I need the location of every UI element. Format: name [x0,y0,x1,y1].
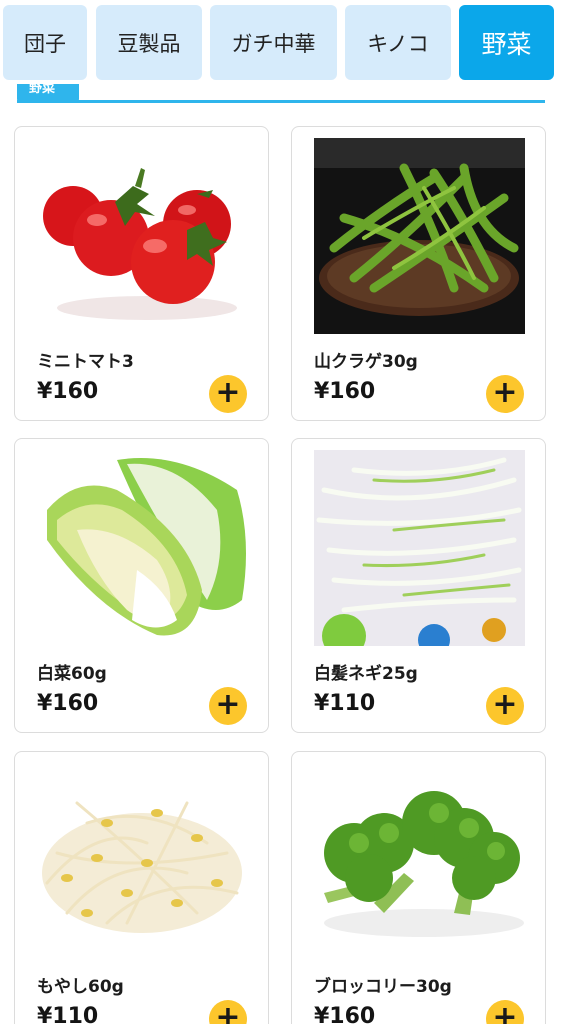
tab-label: 団子 [24,31,66,56]
tab-mushrooms[interactable]: キノコ [345,5,451,80]
plus-icon: + [492,1000,518,1024]
add-to-cart-button[interactable]: + [209,1000,247,1024]
section-divider [17,100,545,103]
product-price: ¥160 [314,379,376,404]
celtuce-strips-image [314,138,525,334]
product-name: ブロッコリー30g [314,977,452,997]
category-tab-bar: 団子 豆製品 ガチ中華 キノコ 野菜 [0,0,561,84]
tab-chinese-food[interactable]: ガチ中華 [210,5,337,80]
shredded-leek-image [314,450,525,646]
product-price: ¥110 [314,691,376,716]
tab-label: ガチ中華 [231,31,316,56]
add-to-cart-button[interactable]: + [486,687,524,725]
product-price: ¥160 [37,379,99,404]
plus-icon: + [492,375,518,410]
broccoli-image [314,763,525,959]
product-card[interactable]: 白菜60g ¥160 + [14,438,269,733]
product-list-page: 団子 豆製品 ガチ中華 キノコ 野菜 野菜 ミニトマト3 ¥160 + 山クラゲ… [0,0,561,1024]
tab-dango[interactable]: 団子 [3,5,87,80]
tab-label: キノコ [367,31,429,56]
product-card[interactable]: 白髪ネギ25g ¥110 + [291,438,546,733]
add-to-cart-button[interactable]: + [486,375,524,413]
plus-icon: + [492,687,518,722]
plus-icon: + [215,687,241,722]
product-card[interactable]: ブロッコリー30g ¥160 + [291,751,546,1024]
product-name: 白髪ネギ25g [314,664,418,684]
tab-soy-products[interactable]: 豆製品 [96,5,202,80]
product-card[interactable]: もやし60g ¥110 + [14,751,269,1024]
bean-sprouts-image [37,763,248,959]
plus-icon: + [215,1000,241,1024]
product-price: ¥160 [314,1004,376,1024]
add-to-cart-button[interactable]: + [209,687,247,725]
product-name: 白菜60g [37,664,107,684]
product-card[interactable]: 山クラゲ30g ¥160 + [291,126,546,421]
product-name: もやし60g [37,977,124,997]
cherry-tomatoes-image [37,138,248,334]
napa-cabbage-image [37,450,248,646]
product-price: ¥160 [37,691,99,716]
plus-icon: + [215,375,241,410]
tab-label: 野菜 [481,29,532,59]
add-to-cart-button[interactable]: + [486,1000,524,1024]
product-name: ミニトマト3 [37,352,134,372]
product-name: 山クラゲ30g [314,352,418,372]
add-to-cart-button[interactable]: + [209,375,247,413]
product-price: ¥110 [37,1004,99,1024]
tab-vegetables[interactable]: 野菜 [459,5,554,80]
tab-label: 豆製品 [117,31,181,56]
product-card[interactable]: ミニトマト3 ¥160 + [14,126,269,421]
